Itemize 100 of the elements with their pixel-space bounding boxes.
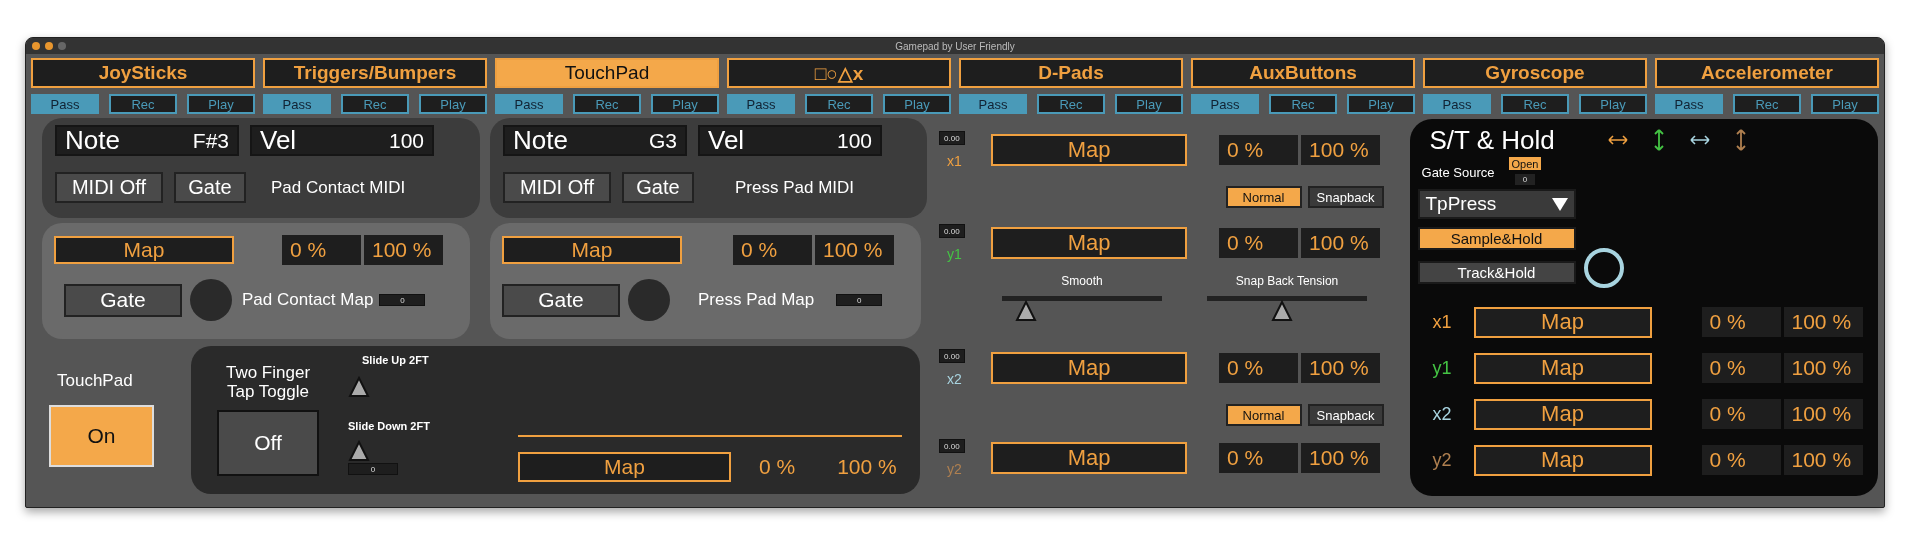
value-box[interactable]: 0 <box>348 463 398 475</box>
midi-off-button[interactable]: MIDI Off <box>55 172 163 203</box>
max-field[interactable]: 100 % <box>1783 445 1863 475</box>
note-field[interactable]: Note G3 <box>503 125 687 156</box>
map-button[interactable]: Map <box>518 452 731 482</box>
midi-off-button[interactable]: MIDI Off <box>503 172 611 203</box>
velocity-field[interactable]: Vel 100 <box>250 125 434 156</box>
slider-thumb-icon[interactable] <box>348 440 370 462</box>
map-button[interactable]: Map <box>502 236 682 264</box>
max-field[interactable]: 100 % <box>1783 307 1863 337</box>
max-field[interactable]: 100 % <box>1301 228 1381 258</box>
mode-button[interactable]: Normal <box>1225 404 1302 426</box>
mode-button[interactable]: Rec <box>573 94 641 114</box>
map-button[interactable]: Map <box>1473 398 1652 430</box>
mode-button[interactable]: Pass <box>263 94 331 114</box>
max-field[interactable]: 100 % <box>1783 353 1863 383</box>
gate-button[interactable]: Gate <box>174 172 246 203</box>
ring-indicator-icon <box>1583 248 1624 288</box>
touchpad-toggle[interactable]: On <box>49 405 154 467</box>
tab[interactable]: □○△x <box>727 58 951 88</box>
open-badge[interactable]: Open <box>1508 157 1542 170</box>
gate-button[interactable]: Gate <box>502 283 620 317</box>
gate-button[interactable]: Gate <box>622 172 694 203</box>
field-label: Note <box>65 125 120 156</box>
mode-button[interactable]: Play <box>419 94 487 114</box>
mode-button[interactable]: Track&Hold <box>1417 260 1576 284</box>
min-field[interactable]: 0 % <box>1701 399 1781 429</box>
minimize-icon[interactable] <box>45 42 53 50</box>
mode-button[interactable]: Play <box>187 94 255 114</box>
mode-button[interactable]: Play <box>1115 94 1183 114</box>
velocity-field[interactable]: Vel 100 <box>698 125 882 156</box>
mode-button[interactable]: Snapback <box>1307 404 1384 426</box>
max-field[interactable]: 100 % <box>364 235 443 265</box>
value-box[interactable]: 0 <box>836 294 883 306</box>
max-field[interactable]: 100 % <box>1301 443 1381 473</box>
mode-button[interactable]: Rec <box>805 94 873 114</box>
note-field[interactable]: Note F#3 <box>55 125 239 156</box>
mode-button[interactable]: Play <box>1579 94 1647 114</box>
mode-button[interactable]: Play <box>1347 94 1415 114</box>
min-field[interactable]: 0 % <box>282 235 361 265</box>
close-icon[interactable] <box>32 42 40 50</box>
mode-button[interactable]: Pass <box>31 94 99 114</box>
mode-button[interactable]: Rec <box>1037 94 1105 114</box>
map-button[interactable]: Map <box>1473 444 1652 476</box>
mode-button[interactable]: Rec <box>1501 94 1569 114</box>
tab[interactable]: Accelerometer <box>1655 58 1879 88</box>
slider-label: Slide Down 2FT <box>348 420 430 432</box>
min-field[interactable]: 0 % <box>1219 135 1299 165</box>
mode-button[interactable]: Play <box>651 94 719 114</box>
min-field[interactable]: 0 % <box>733 235 812 265</box>
axis-label: x1 <box>947 153 962 169</box>
mode-button[interactable]: Pass <box>495 94 563 114</box>
mode-button[interactable]: Pass <box>1191 94 1259 114</box>
source-dropdown[interactable]: TpPress <box>1417 189 1576 219</box>
map-button[interactable]: Map <box>991 227 1188 259</box>
mode-button[interactable]: Rec <box>109 94 177 114</box>
tab[interactable]: JoySticks <box>31 58 255 88</box>
mode-button[interactable]: Rec <box>1269 94 1337 114</box>
mode-button[interactable]: Pass <box>959 94 1027 114</box>
tab[interactable]: Triggers/Bumpers <box>263 58 487 88</box>
mode-button[interactable]: Pass <box>727 94 795 114</box>
mode-button[interactable]: Normal <box>1225 186 1302 208</box>
value-box[interactable]: 0 <box>379 294 426 306</box>
max-field[interactable]: 100 % <box>815 235 894 265</box>
min-field[interactable]: 0 % <box>1701 445 1781 475</box>
min-field[interactable]: 0 % <box>1219 353 1299 383</box>
map-button[interactable]: Map <box>1473 352 1652 384</box>
gate-button[interactable]: Gate <box>64 283 182 317</box>
max-field[interactable]: 100 % <box>1301 135 1381 165</box>
mode-button[interactable]: Sample&Hold <box>1417 226 1576 250</box>
slider-thumb[interactable] <box>1015 300 1038 322</box>
map-button[interactable]: Map <box>991 352 1188 384</box>
min-field[interactable]: 0 % <box>1701 353 1781 383</box>
two-finger-toggle[interactable]: Off <box>217 410 319 477</box>
slider-thumb[interactable] <box>1271 300 1294 322</box>
max-field[interactable]: 100 % <box>1301 353 1381 383</box>
mode-button[interactable]: Rec <box>341 94 409 114</box>
slider-thumb-icon[interactable] <box>348 376 370 398</box>
min-field[interactable]: 0 % <box>1701 307 1781 337</box>
mode-button[interactable]: Play <box>1811 94 1879 114</box>
map-button[interactable]: Map <box>1473 306 1652 338</box>
mode-button[interactable]: Play <box>883 94 951 114</box>
value-box[interactable]: 0 <box>1514 174 1536 185</box>
map-button[interactable]: Map <box>991 442 1188 474</box>
map-button[interactable]: Map <box>991 134 1188 166</box>
tab[interactable]: D-Pads <box>959 58 1183 88</box>
max-field[interactable]: 100 % <box>1783 399 1863 429</box>
tab[interactable]: Gyroscope <box>1423 58 1647 88</box>
mode-button[interactable]: Snapback <box>1307 186 1384 208</box>
tab[interactable]: TouchPad <box>495 58 719 88</box>
indicator-icon <box>190 279 232 321</box>
min-field[interactable]: 0 % <box>1219 228 1299 258</box>
field-label: Note <box>513 125 568 156</box>
min-field[interactable]: 0 % <box>1219 443 1299 473</box>
map-button[interactable]: Map <box>54 236 234 264</box>
tab[interactable]: AuxButtons <box>1191 58 1415 88</box>
mode-button[interactable]: Pass <box>1655 94 1723 114</box>
axis-label: y2 <box>947 461 962 477</box>
mode-button[interactable]: Rec <box>1733 94 1801 114</box>
mode-button[interactable]: Pass <box>1423 94 1491 114</box>
